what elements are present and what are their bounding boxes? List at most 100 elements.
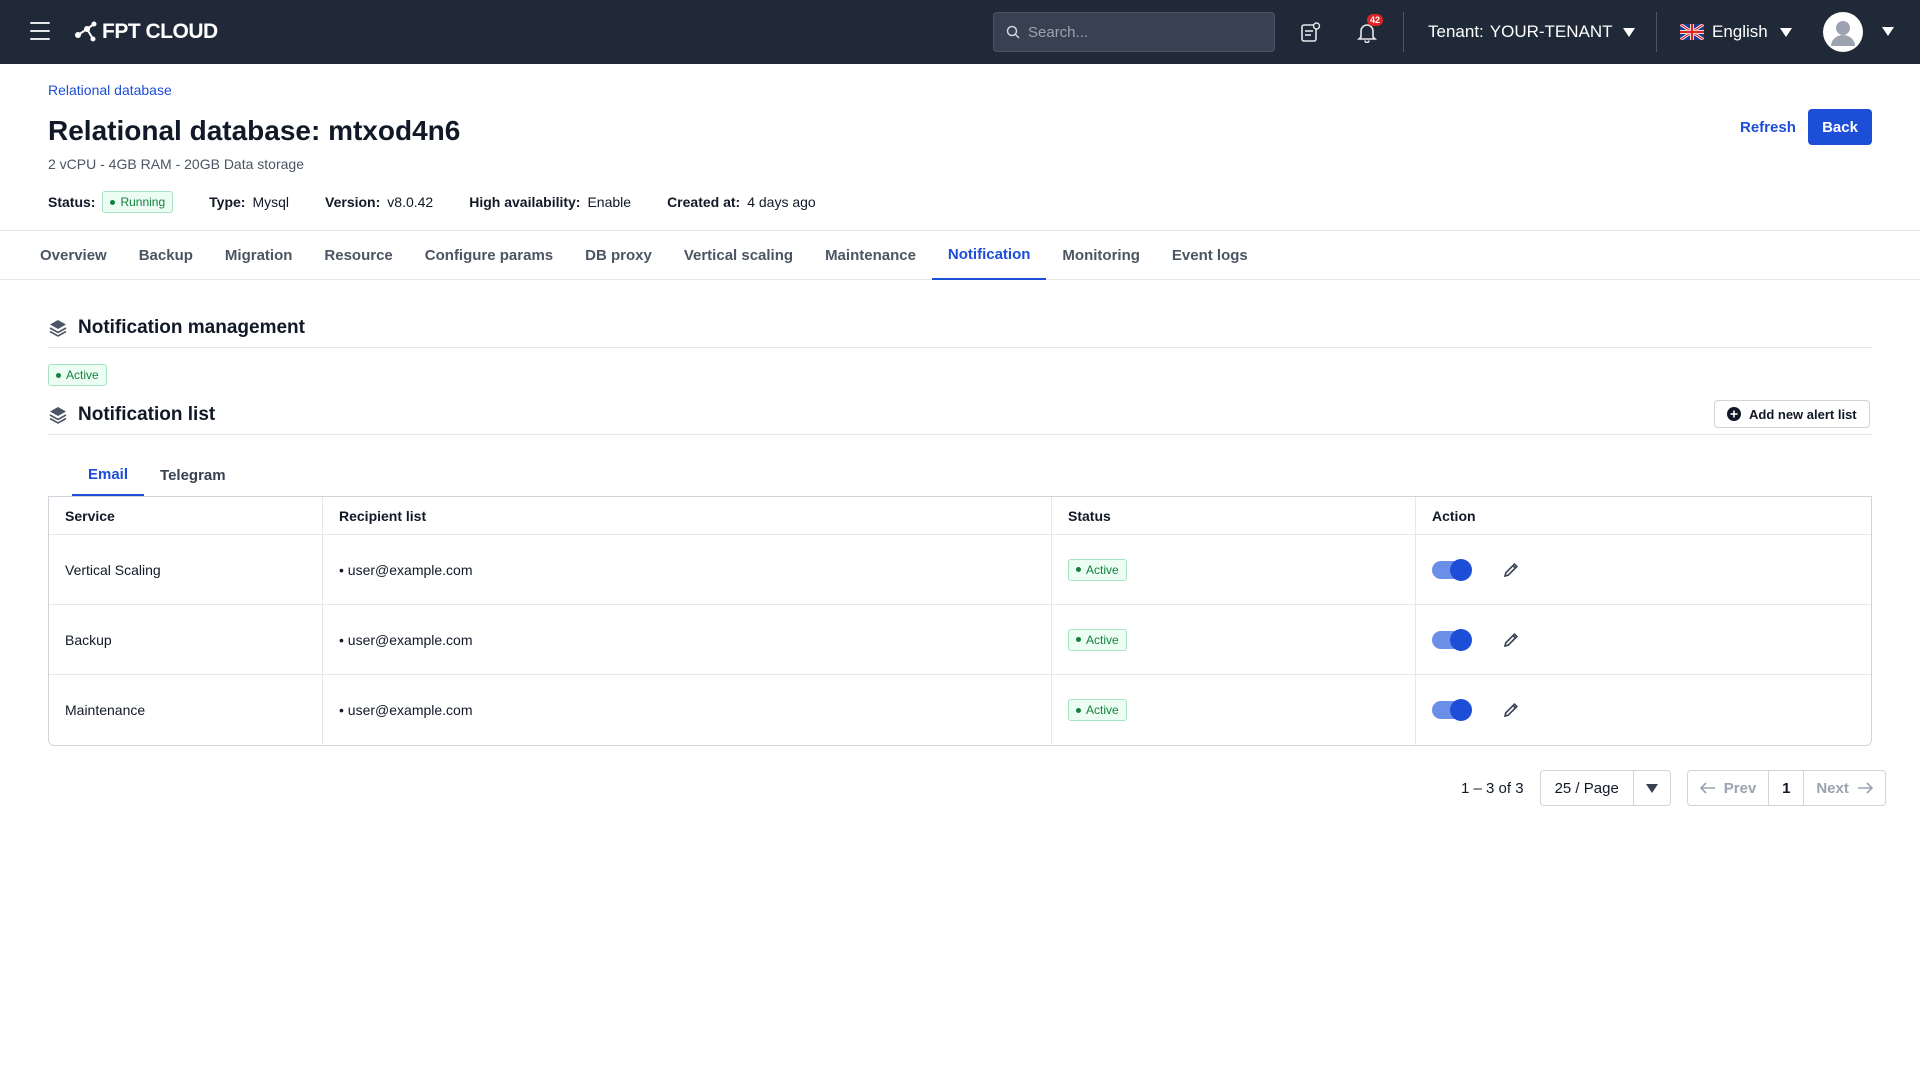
tab-event-logs[interactable]: Event logs — [1156, 231, 1264, 280]
column-header-service: Service — [49, 497, 323, 535]
edit-pencil-icon[interactable] — [1502, 561, 1520, 579]
search-input[interactable] — [1028, 23, 1258, 41]
page-size-value[interactable]: 25 / Page — [1541, 771, 1634, 805]
column-header-recipient-list: Recipient list — [323, 497, 1052, 535]
channel-tabs: Email Telegram — [48, 455, 1872, 497]
logo-text: FPT CLOUD — [102, 20, 218, 43]
recipient-email: user@example.com — [347, 561, 473, 578]
status-cell: Active — [1052, 535, 1416, 605]
language-label: English — [1712, 22, 1768, 41]
enable-toggle[interactable] — [1432, 558, 1472, 581]
status-badge: Active — [1068, 558, 1127, 581]
action-cell — [1416, 675, 1871, 745]
status-label: Status: — [48, 194, 96, 210]
tab-monitoring[interactable]: Monitoring — [1046, 231, 1155, 280]
tenant-label: Tenant: — [1428, 22, 1484, 41]
ha-value: Enable — [587, 194, 632, 210]
tab-overview[interactable]: Overview — [24, 231, 123, 280]
next-page-button[interactable]: Next — [1804, 771, 1885, 805]
version-value: v8.0.42 — [387, 194, 434, 210]
page-number-button[interactable]: 1 — [1768, 771, 1805, 805]
plus-circle-icon — [1727, 407, 1741, 421]
table-header-row: Service Recipient list Status Action — [49, 497, 1871, 535]
caret-down-icon — [1779, 27, 1792, 37]
recipient-email: user@example.com — [347, 702, 473, 718]
recipient-email: user@example.com — [347, 631, 473, 648]
page-navigation: Prev 1 Next — [1686, 770, 1886, 806]
tenant-selector[interactable]: Tenant: YOUR-TENANT — [1428, 0, 1635, 64]
recipient-cell: • user@example.com — [323, 605, 1052, 675]
menu-icon[interactable] — [30, 22, 50, 40]
column-header-status: Status — [1052, 497, 1416, 535]
recipient-cell: • user@example.com — [323, 675, 1052, 745]
user-icon — [1831, 21, 1855, 46]
page-size-select[interactable]: 25 / Page — [1539, 770, 1671, 806]
status-badge: Running — [102, 191, 174, 213]
uk-flag-icon — [1680, 24, 1704, 40]
user-avatar[interactable] — [1823, 12, 1863, 52]
logo-mark-icon — [75, 21, 97, 42]
tab-email[interactable]: Email — [72, 455, 145, 496]
table-row: Maintenance • user@example.com Active — [49, 675, 1871, 745]
column-header-action: Action — [1416, 497, 1871, 535]
arrow-left-icon — [1699, 782, 1715, 794]
meta-version: Version: v8.0.42 — [325, 194, 433, 210]
edit-pencil-icon[interactable] — [1502, 631, 1520, 649]
table-row: Vertical Scaling • user@example.com Acti… — [49, 535, 1871, 605]
status-cell: Active — [1052, 675, 1416, 745]
notification-management-header: Notification management — [48, 308, 1872, 348]
fpt-cloud-logo[interactable]: FPT CLOUD — [72, 18, 218, 46]
tab-resource[interactable]: Resource — [308, 231, 408, 280]
instance-meta: Status: Running Type: Mysql Version: v8.… — [48, 191, 852, 213]
notification-bell-icon[interactable]: 42 — [1353, 14, 1384, 46]
divider — [1403, 12, 1404, 52]
notification-table: Service Recipient list Status Action Ver… — [48, 497, 1872, 746]
top-navigation-bar: FPT CLOUD 42 Tenant: YOUR-TENANT English — [0, 0, 1920, 64]
notification-list-title: Notification list — [78, 403, 216, 425]
enable-toggle[interactable] — [1432, 699, 1472, 722]
pagination-range: 1 – 3 of 3 — [1461, 779, 1524, 797]
search-icon — [1006, 25, 1020, 39]
page-size-dropdown-icon[interactable] — [1634, 771, 1670, 805]
tab-vertical-scaling[interactable]: Vertical scaling — [668, 231, 809, 280]
tab-db-proxy[interactable]: DB proxy — [569, 231, 668, 280]
tab-migration[interactable]: Migration — [209, 231, 309, 280]
tab-telegram[interactable]: Telegram — [144, 455, 242, 496]
refresh-button[interactable]: Refresh — [1728, 109, 1808, 145]
notification-list-header: Notification list — [48, 395, 1872, 435]
notification-management-status: Active — [48, 364, 107, 386]
action-cell — [1416, 605, 1871, 675]
detail-tabs: Overview Backup Migration Resource Confi… — [0, 230, 1920, 280]
edit-pencil-icon[interactable] — [1502, 701, 1520, 719]
table-row: Backup • user@example.com Active — [49, 605, 1871, 675]
notification-count-badge: 42 — [1367, 14, 1384, 26]
recipient-cell: • user@example.com — [323, 535, 1052, 605]
enable-toggle[interactable] — [1432, 628, 1472, 651]
breadcrumb[interactable]: Relational database — [48, 82, 172, 98]
instance-spec: 2 vCPU - 4GB RAM - 20GB Data storage — [48, 156, 304, 172]
back-button[interactable]: Back — [1808, 109, 1872, 145]
add-alert-list-label: Add new alert list — [1749, 406, 1857, 422]
add-alert-list-button[interactable]: Add new alert list — [1714, 400, 1870, 428]
created-label: Created at: — [667, 194, 741, 210]
meta-status: Status: Running — [48, 191, 174, 213]
arrow-right-icon — [1857, 782, 1873, 794]
service-cell: Backup — [49, 605, 323, 675]
action-cell — [1416, 535, 1871, 605]
tab-notification[interactable]: Notification — [931, 231, 1047, 280]
tab-maintenance[interactable]: Maintenance — [809, 231, 932, 280]
tenant-value: YOUR-TENANT — [1489, 22, 1613, 41]
global-search[interactable] — [993, 12, 1275, 52]
prev-page-button[interactable]: Prev — [1688, 771, 1769, 805]
meta-type: Type: Mysql — [209, 194, 289, 210]
version-label: Version: — [325, 194, 381, 210]
user-menu-caret-icon[interactable] — [1882, 27, 1894, 36]
language-selector[interactable]: English — [1680, 0, 1792, 64]
type-value: Mysql — [252, 194, 290, 210]
activity-log-icon[interactable] — [1296, 18, 1324, 46]
notification-management-title: Notification management — [78, 316, 305, 338]
status-badge: Active — [1068, 699, 1127, 721]
meta-high-availability: High availability: Enable — [469, 194, 631, 210]
tab-configure-params[interactable]: Configure params — [409, 231, 569, 280]
tab-backup[interactable]: Backup — [123, 231, 209, 280]
